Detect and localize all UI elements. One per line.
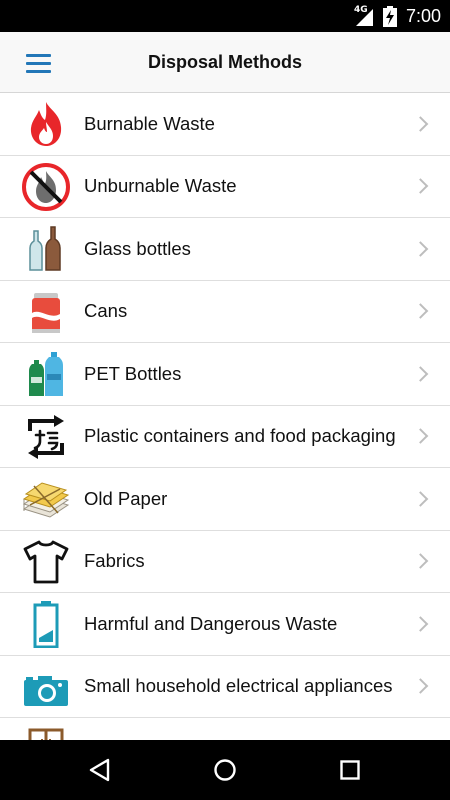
list-item-cans[interactable]: Cans [0, 280, 450, 343]
list-item-glass-bottles[interactable]: Glass bottles [0, 218, 450, 281]
glass-bottles-icon [20, 225, 72, 273]
status-time: 7:00 [406, 6, 442, 26]
chevron-right-icon [412, 490, 429, 507]
battery-icon [20, 600, 72, 648]
list-item-label: Small household electrical appliances [84, 675, 393, 697]
back-triangle-icon[interactable] [87, 757, 113, 783]
fire-icon [20, 100, 72, 148]
chevron-right-icon [412, 678, 429, 695]
chevron-right-icon [412, 553, 429, 570]
chevron-right-icon [412, 615, 429, 632]
chevron-right-icon [412, 178, 429, 195]
chevron-right-icon [412, 303, 429, 320]
home-circle-icon[interactable] [212, 757, 238, 783]
chevron-right-icon [412, 240, 429, 257]
chevron-right-icon [412, 428, 429, 445]
chevron-right-icon [412, 115, 429, 132]
no-fire-icon [20, 162, 72, 211]
list-item-fabrics[interactable]: Fabrics [0, 530, 450, 593]
list-item-label: Old Paper [84, 487, 168, 509]
list-item-old-paper[interactable]: Old Paper [0, 468, 450, 531]
battery-charging-icon [383, 6, 397, 27]
system-navigation-bar [0, 740, 450, 800]
list-item-label: Harmful and Dangerous Waste [84, 612, 338, 634]
list-item-small-electrical-appliances[interactable]: Small household electrical appliances [0, 655, 450, 718]
list-item-label: Unburnable Waste [84, 175, 237, 197]
list-item-harmful-dangerous-waste[interactable]: Harmful and Dangerous Waste [0, 593, 450, 656]
list-item-label: Cans [84, 300, 128, 322]
paper-stack-icon [20, 475, 72, 523]
recents-square-icon[interactable] [337, 757, 363, 783]
list-item-pet-bottles[interactable]: PET Bottles [0, 343, 450, 406]
status-bar: 4G 7:00 [0, 0, 450, 32]
list-item-label: Burnable Waste [84, 112, 215, 134]
can-icon [20, 288, 72, 336]
list-item-label: Plastic containers and food packaging [84, 425, 396, 447]
list-item-label: Fabrics [84, 550, 145, 572]
tshirt-icon [20, 538, 72, 586]
list-item-furniture[interactable] [0, 718, 450, 740]
list-item-plastic-containers[interactable]: Plastic containers and food packaging [0, 405, 450, 468]
app-bar: Disposal Methods [0, 32, 450, 93]
signal-icon [356, 9, 373, 26]
pet-bottles-icon [20, 350, 72, 398]
camera-icon [20, 663, 72, 711]
list-item-label: Glass bottles [84, 237, 191, 259]
plastic-recycle-mark-icon [20, 413, 72, 461]
furniture-icon [20, 725, 72, 740]
list-item-unburnable-waste[interactable]: Unburnable Waste [0, 155, 450, 218]
list-item-label: PET Bottles [84, 362, 182, 384]
disposal-method-list[interactable]: Burnable Waste Unburnable Waste Glass bo… [0, 93, 450, 740]
chevron-right-icon [412, 365, 429, 382]
list-item-burnable-waste[interactable]: Burnable Waste [0, 93, 450, 156]
page-title: Disposal Methods [147, 52, 303, 72]
